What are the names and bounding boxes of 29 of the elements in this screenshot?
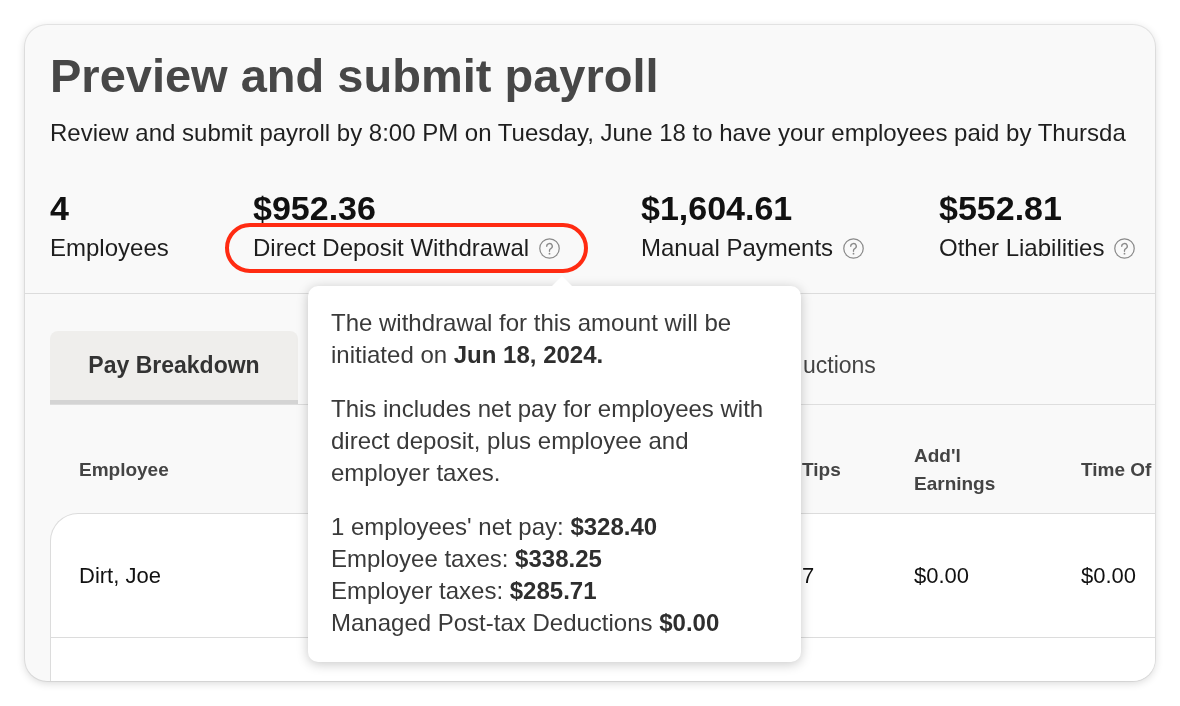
- stat-label: Manual Payments: [641, 234, 834, 262]
- tooltip-text: 1 employees' net pay: $328.40: [331, 512, 658, 542]
- stat-value: 4: [50, 188, 69, 228]
- table-cell: $0.00: [1081, 561, 1137, 590]
- tooltip-text: Employer taxes: $285.71: [331, 576, 597, 606]
- column-header: Time Of: [1081, 458, 1152, 482]
- page-subtitle: Review and submit payroll by 8:00 PM on Tuesday, June 18 to have your employees paid by Thursda: [50, 118, 1126, 148]
- tooltip-text: This includes net pay for employees with direct deposit, plus employee and employer taxes.: [331, 394, 765, 488]
- stat-label: Other Liabilities: [939, 234, 1105, 262]
- table-cell: $0.00: [914, 561, 970, 590]
- tooltip-text: The withdrawal for this amount will be initiated on Jun 18, 2024.: [331, 308, 733, 370]
- table-cell: Dirt, Joe: [79, 561, 161, 590]
- stat-label: Direct Deposit Withdrawal: [253, 234, 530, 262]
- tooltip-text: Managed Post-tax Deductions $0.00: [331, 608, 720, 638]
- stat-value: $552.81: [939, 188, 1062, 228]
- tooltip-text: Employee taxes: $338.25: [331, 544, 602, 574]
- column-header: Employee: [79, 458, 169, 482]
- help-icon[interactable]: [539, 237, 561, 259]
- help-icon[interactable]: [843, 237, 865, 259]
- page-title: Preview and submit payroll: [50, 49, 659, 103]
- stat-value: $952.36: [253, 188, 376, 228]
- stat-label: Employees: [50, 234, 169, 262]
- table-cell: 7: [802, 561, 815, 590]
- tab[interactable]: uctions: [803, 331, 892, 404]
- column-header: Add'l Earnings: [914, 444, 996, 496]
- help-icon[interactable]: [1114, 237, 1136, 259]
- stat-value: $1,604.61: [641, 188, 793, 228]
- column-header: Tips: [802, 458, 841, 482]
- tab[interactable]: Pay Breakdown: [50, 331, 298, 404]
